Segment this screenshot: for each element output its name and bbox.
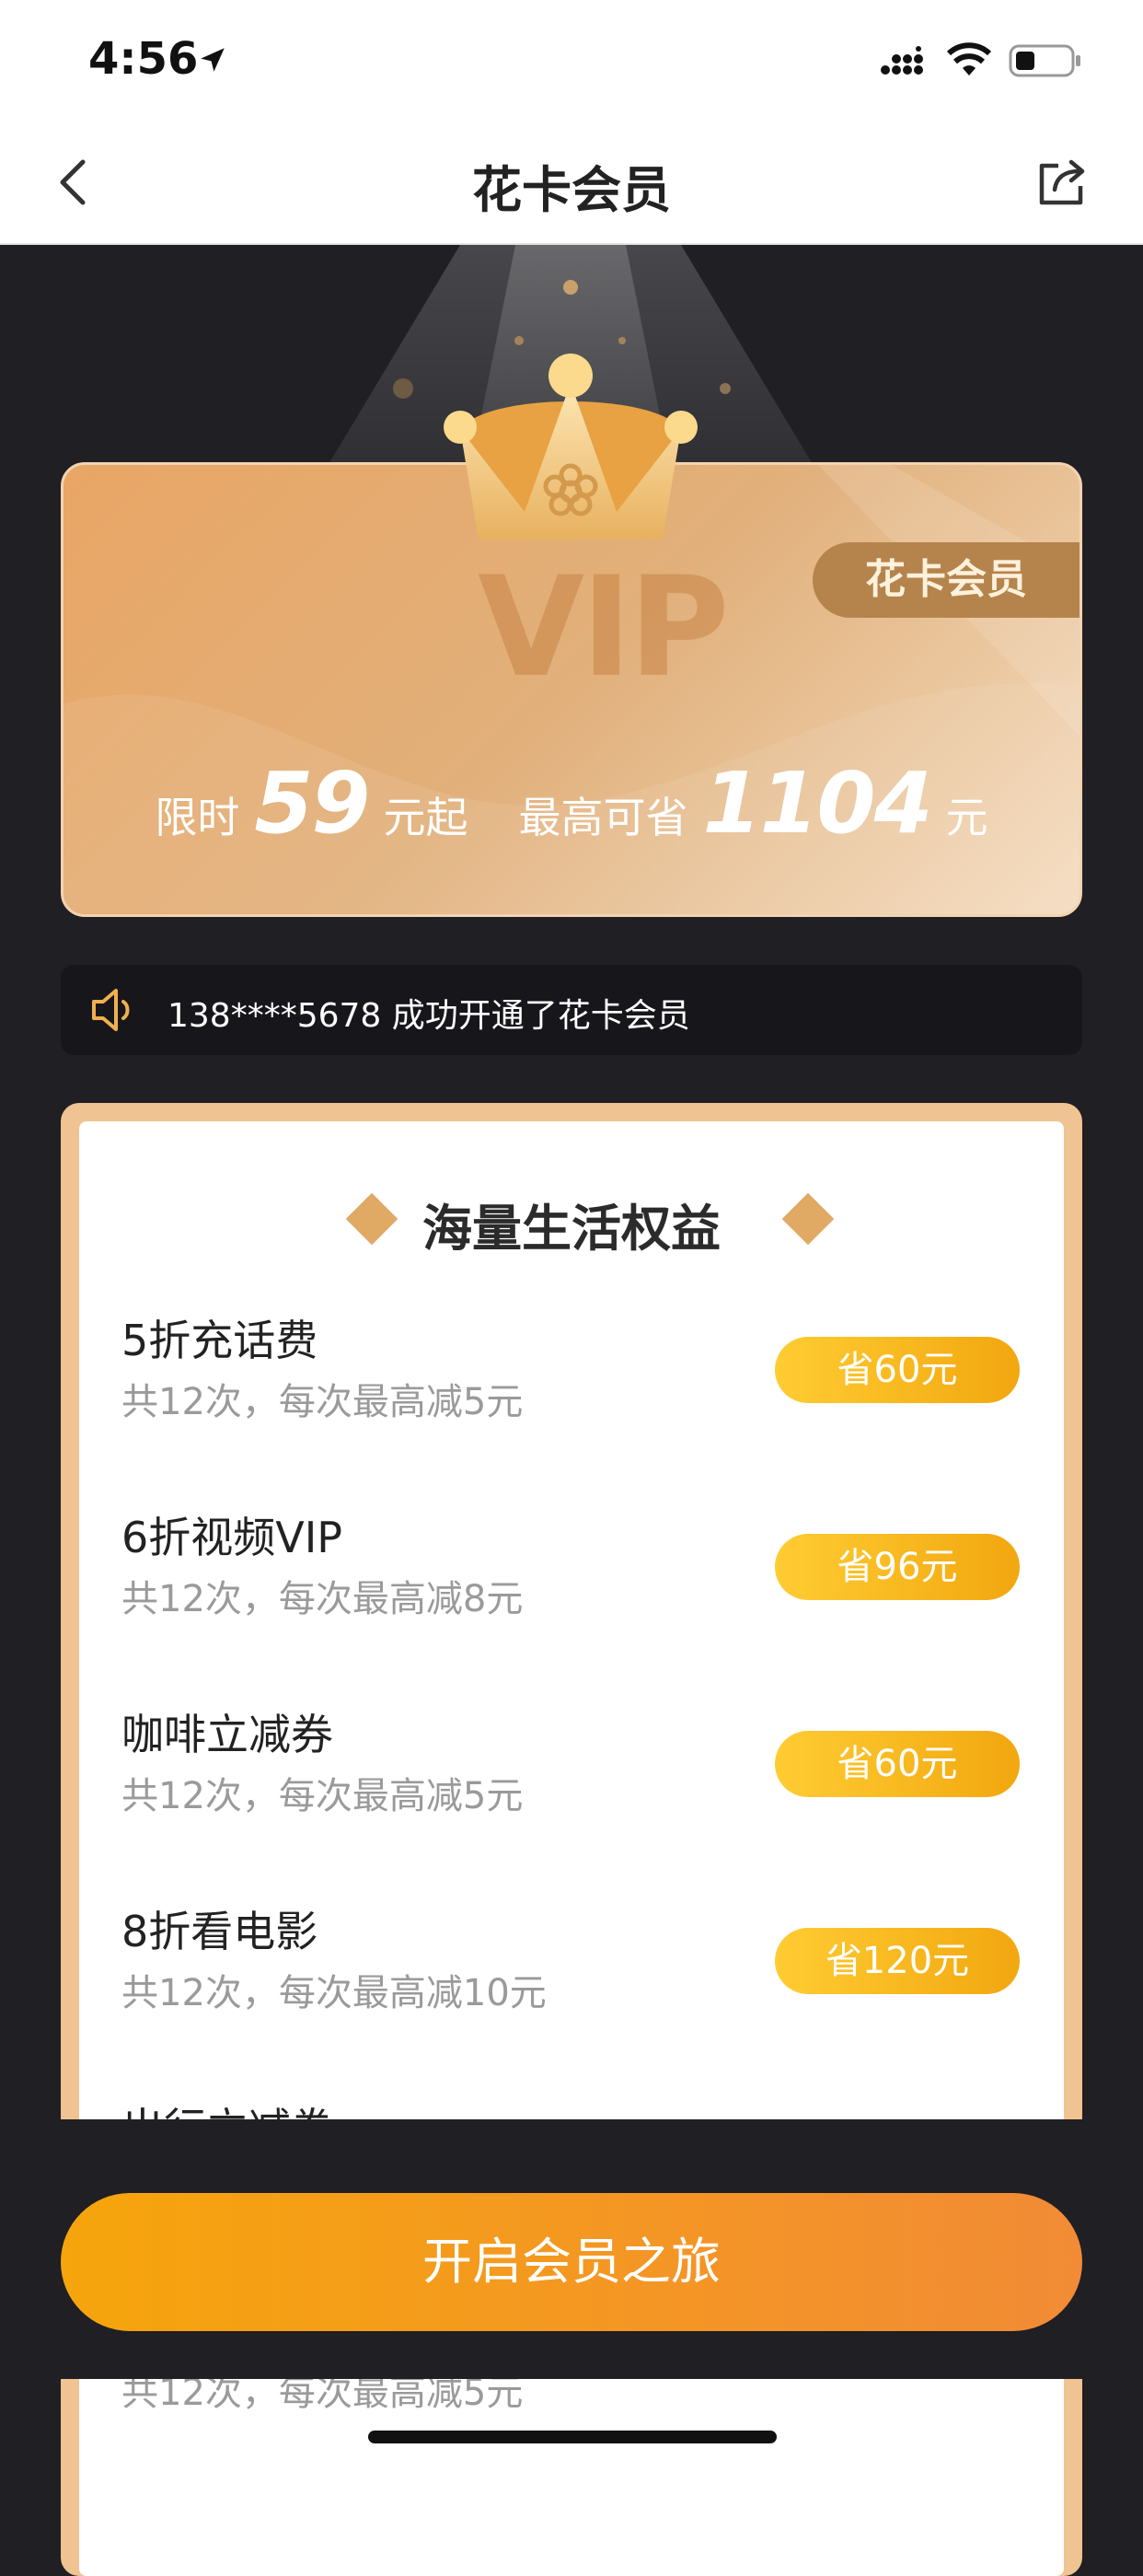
benefit-item[interactable]: 5折充话费 共12次，每次最高减5元 省60元: [121, 1307, 1064, 1455]
benefit-save-badge: 省60元: [775, 1731, 1020, 1797]
battery-icon: [1009, 44, 1080, 77]
nav-bar: 花卡会员: [0, 122, 1143, 245]
cellular-signal-icon: [881, 46, 923, 75]
crown-icon: [444, 354, 698, 540]
benefit-title: 8折看电影: [121, 1907, 318, 1956]
benefit-save-badge: 省120元: [775, 1928, 1020, 1994]
page-title: 花卡会员: [472, 161, 671, 219]
promo-price: 59: [254, 754, 370, 853]
benefit-desc: 共12次，每次最高减5元: [121, 1381, 524, 1423]
notice-text: 138****5678 成功开通了花卡会员: [167, 997, 690, 1035]
benefit-desc: 共12次，每次最高减10元: [121, 1972, 547, 2014]
member-badge: 花卡会员: [813, 542, 1080, 618]
benefit-desc: 共12次，每次最高减5元: [121, 1775, 524, 1817]
benefit-save-badge: 省60元: [775, 1337, 1020, 1403]
benefit-title: 5折充话费: [121, 1316, 318, 1365]
home-indicator[interactable]: [368, 2431, 777, 2443]
status-time: 4:56: [88, 33, 199, 85]
promo-unit: 元起: [383, 793, 468, 842]
benefit-title: 咖啡立减券: [121, 1710, 333, 1759]
promo-save-amount: 1104: [702, 754, 933, 853]
promo-prefix: 限时: [155, 793, 240, 842]
benefit-save-badge: 省96元: [775, 1534, 1020, 1600]
benefit-item[interactable]: 咖啡立减券 共12次，每次最高减5元 省60元: [121, 1701, 1064, 1849]
notice-bar: 138****5678 成功开通了花卡会员: [61, 965, 1082, 1055]
promo-line: 限时 59 元起 最高可省 1104 元: [64, 754, 1080, 853]
benefit-item[interactable]: 8折看电影 共12次，每次最高减10元 省120元: [121, 1898, 1064, 2046]
promo-save-unit: 元: [945, 793, 988, 842]
benefit-title: 6折视频VIP: [121, 1513, 343, 1562]
share-icon[interactable]: [1034, 155, 1090, 210]
start-membership-button[interactable]: 开启会员之旅: [61, 2193, 1082, 2331]
benefits-title: 海量生活权益: [422, 1200, 721, 1258]
status-bar: 4:56: [0, 0, 1143, 122]
location-arrow-icon: [201, 48, 225, 72]
benefit-item[interactable]: 6折视频VIP 共12次，每次最高减8元 省96元: [121, 1504, 1064, 1652]
speaker-icon: [92, 989, 130, 1031]
wifi-icon: [946, 42, 992, 75]
vip-text: VIP: [478, 548, 730, 708]
promo-save-prefix: 最高可省: [518, 793, 688, 842]
benefit-desc: 共12次，每次最高减8元: [121, 1578, 524, 1620]
bottom-action-bar: 开启会员之旅: [0, 2119, 1143, 2379]
vip-hero: VIP 花卡会员 限时 59 元起 最高可省 1104 元: [0, 245, 1143, 945]
